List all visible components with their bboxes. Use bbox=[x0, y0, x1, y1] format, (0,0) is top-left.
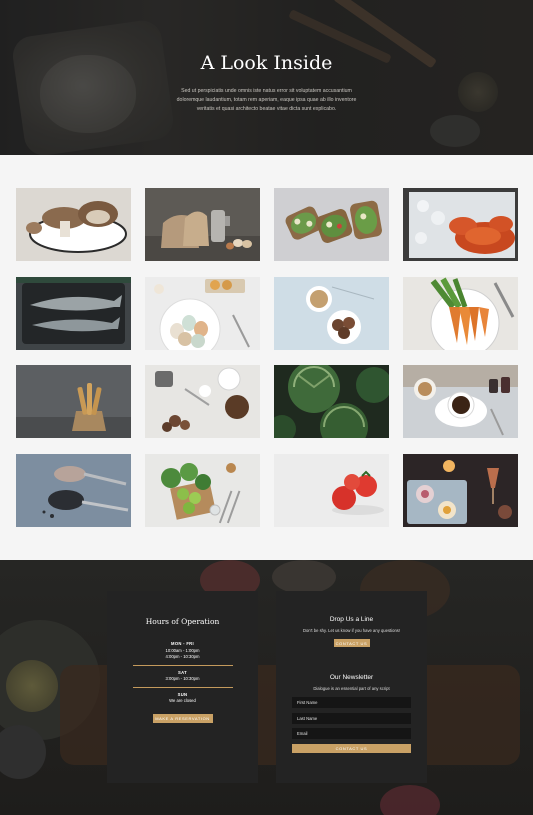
footer-bg-jar bbox=[0, 725, 46, 779]
coffee-cup-image[interactable] bbox=[403, 365, 518, 438]
gallery-section bbox=[0, 155, 533, 560]
last-name-field[interactable]: Last Name bbox=[292, 712, 411, 724]
hero-overlay bbox=[0, 0, 533, 155]
hero-description: Sed ut perspiciatis unde omnis iste natu… bbox=[176, 88, 357, 112]
footer-bg-onion-bottom bbox=[380, 785, 440, 815]
footer-bg-oil-bowl bbox=[6, 660, 58, 712]
contact-title: Drop Us a Line bbox=[329, 616, 374, 623]
cookies-tea-image[interactable] bbox=[274, 277, 389, 350]
hours-time: 3:00pm - 10:30pm bbox=[165, 676, 200, 681]
crab-on-ice-image[interactable] bbox=[403, 188, 518, 261]
squash-image[interactable] bbox=[274, 365, 389, 438]
footer-section: Hours of Operation MON - FRI 10:00am - 1… bbox=[0, 560, 533, 815]
hours-card: Hours of Operation MON - FRI 10:00am - 1… bbox=[107, 591, 258, 783]
spices-spoons-image[interactable] bbox=[16, 454, 131, 527]
carrots-plate-image[interactable] bbox=[403, 277, 518, 350]
hours-title: Hours of Operation bbox=[145, 617, 220, 626]
footer-bg-bowl bbox=[272, 560, 336, 594]
flour-bags-image[interactable] bbox=[145, 188, 260, 261]
hours-time: 4:00pm - 10:30pm bbox=[165, 654, 200, 659]
desserts-tray-image[interactable] bbox=[403, 454, 518, 527]
hours-block-weekdays: MON - FRI 10:00am - 1:00pm 4:00pm - 10:3… bbox=[107, 641, 258, 661]
tomatoes-image[interactable] bbox=[274, 454, 389, 527]
fish-on-tray-image[interactable] bbox=[16, 277, 131, 350]
bread-sticks-image[interactable] bbox=[16, 365, 131, 438]
newsletter-title: Our Newsletter bbox=[329, 674, 374, 681]
hours-block-sunday: SUN We are closed bbox=[107, 692, 258, 705]
eggs-bowl-image[interactable] bbox=[145, 277, 260, 350]
newsletter-subtitle: Dialogue is an essential part of any scr… bbox=[313, 686, 390, 691]
hero-title: A Look Inside bbox=[200, 52, 333, 74]
hours-divider bbox=[132, 664, 233, 666]
bruschetta-image[interactable] bbox=[274, 188, 389, 261]
contact-subtitle: Don't be shy. Let us know if you have an… bbox=[302, 628, 401, 633]
contact-card: Drop Us a Line Don't be shy. Let us know… bbox=[276, 591, 427, 783]
hero-section: A Look Inside Sed ut perspiciatis unde o… bbox=[0, 0, 533, 155]
first-name-field[interactable]: First Name bbox=[292, 697, 411, 708]
make-reservation-button[interactable]: MAKE A RESERVATION bbox=[152, 713, 213, 723]
contact-us-button[interactable]: CONTACT US bbox=[333, 639, 370, 647]
coffee-beans-image[interactable] bbox=[145, 365, 260, 438]
hours-time: We are closed bbox=[169, 698, 196, 703]
mushrooms-image[interactable] bbox=[16, 188, 131, 261]
email-field[interactable]: Email bbox=[292, 728, 411, 739]
limes-herbs-image[interactable] bbox=[145, 454, 260, 527]
hours-divider bbox=[132, 686, 233, 688]
newsletter-submit-button[interactable]: CONTACT US bbox=[292, 743, 411, 753]
hours-block-saturday: SAT 3:00pm - 10:30pm bbox=[107, 670, 258, 683]
